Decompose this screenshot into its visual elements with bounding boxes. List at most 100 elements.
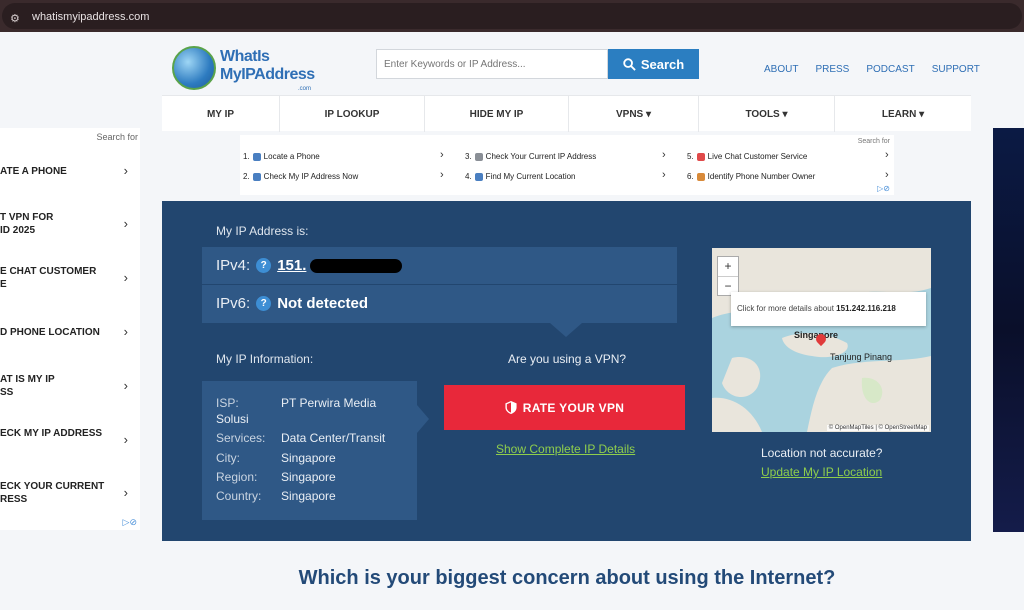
info-value: Data Center/Transit [281, 431, 386, 445]
left-ad-item[interactable]: T VPN FOR ID 2025 [0, 211, 130, 237]
ad-item-3[interactable]: 3. Check Your Current IP Address [465, 152, 596, 161]
chevron-right-icon: › [440, 169, 444, 181]
ad-item-number: 3. [465, 152, 472, 161]
callout-notch [417, 405, 429, 433]
info-city: City: Singapore [216, 451, 336, 465]
info-key: City: [216, 451, 240, 465]
info-isp: ISP: PT Perwira Media [216, 396, 376, 410]
url-text[interactable]: whatismyipaddress.com [32, 11, 149, 23]
ipv6-value: Not detected [277, 295, 369, 312]
chevron-right-icon: › [885, 169, 889, 181]
adchoices-icon[interactable]: ▷⊘ [877, 184, 890, 193]
nav-learn[interactable]: LEARN ▾ [835, 96, 971, 132]
chevron-right-icon: › [662, 169, 666, 181]
location-map[interactable]: + − Click for more details about 151.242… [712, 248, 931, 432]
chevron-right-icon: › [123, 485, 128, 500]
rate-vpn-button[interactable]: RATE YOUR VPN [444, 385, 685, 430]
help-icon[interactable]: ? [256, 258, 272, 273]
ad-item-5[interactable]: 5. Live Chat Customer Service [687, 152, 807, 161]
ip-info-heading: My IP Information: [216, 352, 314, 366]
search-input[interactable] [376, 49, 608, 79]
right-ad-image[interactable] [993, 128, 1024, 532]
chevron-right-icon: › [885, 149, 889, 161]
nav-hide-my-ip[interactable]: HIDE MY IP [425, 96, 569, 132]
update-location-link[interactable]: Update My IP Location [761, 465, 882, 479]
adchoices-icon[interactable]: ▷⊘ [123, 517, 137, 528]
ad-item-label: Find My Current Location [485, 172, 576, 181]
rate-vpn-label: RATE YOUR VPN [522, 400, 625, 415]
show-details-link[interactable]: Show Complete IP Details [496, 442, 635, 456]
concern-heading: Which is your biggest concern about usin… [298, 567, 836, 589]
site-settings-icon[interactable]: ⚙ [10, 12, 24, 26]
info-isp-cont: Solusi [216, 412, 249, 426]
ad-item-6[interactable]: 6. Identify Phone Number Owner [687, 172, 815, 181]
ipv4-value[interactable]: 151. [277, 257, 306, 274]
tooltip-prefix: Click for more details about [737, 304, 834, 313]
browser-address-bar: ⚙ whatismyipaddress.com [0, 0, 1024, 32]
ad-item-1[interactable]: 1. Locate a Phone [243, 152, 320, 161]
nav-ip-lookup[interactable]: IP LOOKUP [280, 96, 425, 132]
map-tooltip[interactable]: Click for more details about 151.242.116… [731, 292, 926, 326]
ad-item-number: 2. [243, 172, 250, 181]
callout-notch [550, 323, 582, 337]
chevron-right-icon: › [662, 149, 666, 161]
ipv6-row: IPv6: ? Not detected [216, 295, 368, 312]
chat-icon [696, 152, 705, 161]
search-button[interactable]: Search [608, 49, 699, 79]
ad-item-2[interactable]: 2. Check My IP Address Now [243, 172, 358, 181]
ip-info-box: ISP: PT Perwira Media Solusi Services: Dat… [202, 381, 429, 520]
info-value: Singapore [281, 489, 336, 503]
chevron-right-icon: › [123, 324, 128, 339]
chevron-right-icon: › [440, 149, 444, 161]
location-icon [474, 172, 483, 181]
info-region: Region: Singapore [216, 470, 336, 484]
left-ad-item[interactable]: ECK MY IP ADDRESS [0, 427, 130, 440]
ad-item-label: Check Your Current IP Address [485, 152, 597, 161]
ad-item-label: Identify Phone Number Owner [707, 172, 816, 181]
ip-icon [252, 172, 261, 181]
nav-my-ip[interactable]: MY IP [162, 96, 280, 132]
site-logo[interactable]: WhatIs MyIPAddress .com [172, 44, 322, 92]
ad-item-4[interactable]: 4. Find My Current Location [465, 172, 576, 181]
address-pill[interactable]: ⚙ whatismyipaddress.com [2, 3, 1022, 29]
left-ad-item[interactable]: ATE A PHONE [0, 165, 130, 178]
ipv6-label: IPv6: [216, 295, 251, 312]
left-ad-search-for: Search for [96, 132, 138, 142]
link-about[interactable]: ABOUT [764, 64, 798, 75]
logo-line-2: MyIPAddress [220, 66, 315, 83]
info-services: Services: Data Center/Transit [216, 431, 385, 445]
top-ad-block: Search for 1. Locate a Phone › 2. Check My… [240, 135, 894, 195]
my-ip-heading: My IP Address is: [216, 224, 309, 238]
left-ad-item[interactable]: ECK YOUR CURRENT RESS [0, 480, 130, 506]
left-ad-item[interactable]: E CHAT CUSTOMER E [0, 265, 130, 291]
divider [202, 284, 677, 285]
map-zoom-control: + − [717, 256, 739, 296]
chevron-right-icon: › [123, 432, 128, 447]
help-icon[interactable]: ? [256, 296, 272, 311]
ip-panel: My IP Address is: IPv4: ? 151. IPv6: ? N… [162, 201, 971, 541]
chevron-right-icon: › [123, 163, 128, 178]
left-ad-item[interactable]: D PHONE LOCATION [0, 326, 130, 339]
tooltip-ip: 151.242.116.218 [836, 304, 896, 313]
chevron-right-icon: › [123, 270, 128, 285]
globe-logo-icon [172, 46, 216, 90]
main-nav: MY IP IP LOOKUP HIDE MY IP VPNS ▾ TOOLS … [162, 95, 971, 132]
map-attribution[interactable]: © OpenMapTiles | © OpenStreetMap [826, 425, 929, 431]
redaction-bar [310, 258, 403, 273]
nav-tools[interactable]: TOOLS ▾ [699, 96, 835, 132]
link-podcast[interactable]: PODCAST [866, 64, 914, 75]
ip-address-box: IPv4: ? 151. IPv6: ? Not detected [202, 247, 677, 337]
zoom-in-button[interactable]: + [718, 257, 738, 277]
location-question: Location not accurate? [761, 446, 883, 460]
chevron-right-icon: › [123, 378, 128, 393]
info-country: Country: Singapore [216, 489, 336, 503]
nav-vpns[interactable]: VPNS ▾ [569, 96, 699, 132]
link-support[interactable]: SUPPORT [932, 64, 980, 75]
left-ad-item[interactable]: AT IS MY IP SS [0, 373, 130, 399]
search-icon [623, 57, 636, 71]
ad-item-label: Locate a Phone [263, 152, 320, 161]
info-key: Region: [216, 470, 258, 484]
info-value: Singapore [281, 451, 336, 465]
shield-icon [505, 401, 517, 414]
link-press[interactable]: PRESS [815, 64, 849, 75]
